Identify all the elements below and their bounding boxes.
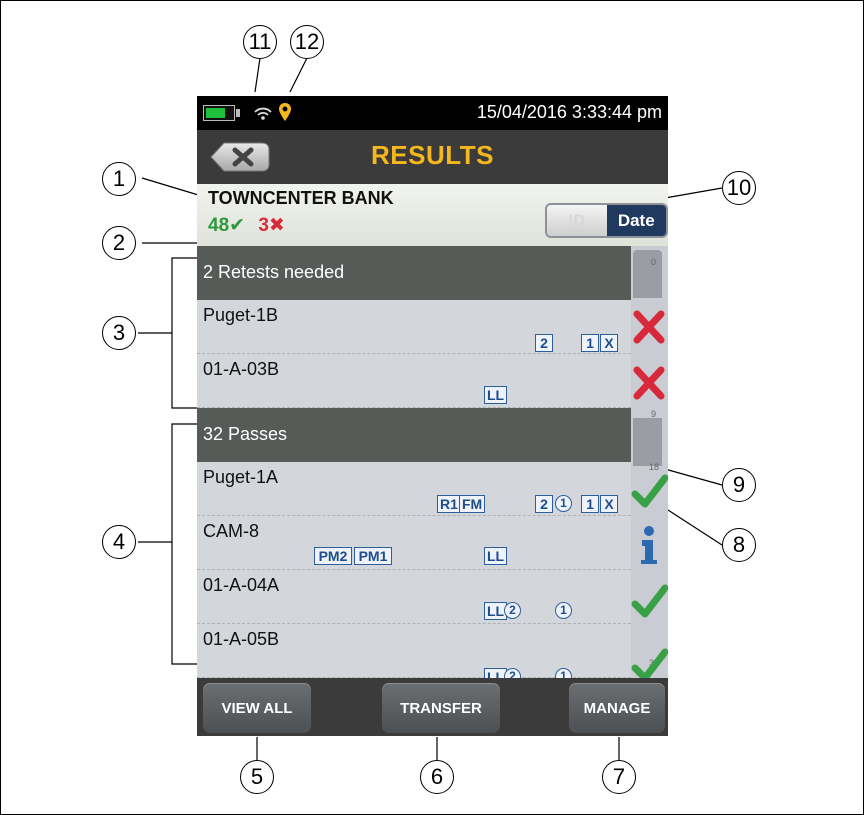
list-item[interactable]: 01-A-04A LL 2 1 — [197, 570, 631, 624]
project-header: TOWNCENTER BANK 48✔ 3✖ ID Date — [197, 184, 668, 246]
pass-count: 48 — [208, 215, 230, 236]
result-badge: LL — [484, 547, 508, 565]
result-badge: 2 — [535, 495, 553, 513]
callout-12: 12 — [290, 25, 324, 59]
sort-toggle[interactable]: ID Date — [545, 203, 668, 238]
result-badge: 1 — [581, 334, 599, 352]
result-badge: PM1 — [354, 547, 392, 565]
battery-icon — [203, 105, 235, 121]
callout-7: 7 — [602, 760, 636, 794]
sort-by-date[interactable]: Date — [606, 205, 666, 236]
result-badge: 1 — [581, 495, 599, 513]
list-item[interactable]: Puget-1B 2 1 X — [197, 300, 631, 354]
list-item[interactable]: Puget-1A R1 FM 2 1 1 X — [197, 462, 631, 516]
fail-count: 3 — [258, 215, 269, 236]
callout-10: 10 — [722, 171, 756, 205]
callout-6: 6 — [420, 760, 454, 794]
tester-screen: 15/04/2016 3:33:44 pm RESULTS TOWNCENTER… — [197, 96, 668, 736]
result-badge: 1 — [555, 602, 572, 619]
result-id: 01-A-05B — [203, 629, 280, 649]
group-header-retests[interactable]: 2 Retests needed — [197, 246, 631, 300]
battery-tip — [236, 109, 240, 117]
group-header-passes[interactable]: 32 Passes — [197, 408, 631, 462]
result-badge: PM2 — [314, 547, 352, 565]
page-title: RESULTS — [371, 140, 494, 170]
list-item[interactable]: CAM-8 PM2 PM1 LL — [197, 516, 631, 570]
project-name: TOWNCENTER BANK — [208, 188, 394, 208]
scrollbar-track[interactable] — [633, 250, 662, 298]
callout-9: 9 — [722, 468, 756, 502]
callout-8: 8 — [722, 528, 756, 562]
result-badge: 1 — [555, 495, 572, 512]
softkey-bar: VIEW ALL TRANSFER MANAGE — [197, 678, 668, 736]
status-bar: 15/04/2016 3:33:44 pm — [197, 96, 668, 130]
datetime-text: 15/04/2016 3:33:44 pm — [476, 102, 662, 122]
wifi-icon — [254, 107, 272, 120]
info-icon — [641, 526, 657, 564]
group-label: 2 Retests needed — [203, 262, 345, 282]
result-badge: R1 — [437, 495, 461, 513]
scroll-tick: 0 — [651, 257, 657, 267]
callout-1: 1 — [102, 162, 136, 196]
list-item[interactable]: 01-A-03B LL — [197, 354, 631, 408]
x-icon: ✖ — [268, 215, 285, 236]
result-id: Puget-1B — [203, 305, 279, 325]
sort-by-id[interactable]: ID — [547, 205, 607, 236]
result-badge: 2 — [504, 602, 521, 619]
check-icon: ✔ — [229, 215, 246, 236]
callout-3: 3 — [102, 316, 136, 350]
result-id: Puget-1A — [203, 467, 279, 487]
callout-4: 4 — [102, 525, 136, 559]
result-badge: 2 — [535, 334, 553, 352]
manage-button[interactable]: MANAGE — [569, 683, 665, 733]
callout-2: 2 — [102, 226, 136, 260]
pass-check-icon — [631, 474, 668, 508]
scrollbar-track[interactable] — [633, 418, 662, 466]
result-id: CAM-8 — [203, 521, 260, 541]
group-label: 32 Passes — [203, 424, 288, 444]
pass-check-icon — [631, 648, 668, 680]
transfer-button[interactable]: TRANSFER — [382, 683, 500, 733]
callout-11: 11 — [243, 25, 277, 59]
scroll-tick: 9 — [651, 409, 657, 419]
scroll-tick: 18 — [649, 462, 660, 472]
result-id: 01-A-04A — [203, 575, 280, 595]
results-list[interactable]: 2 Retests needed Puget-1B 2 1 X 01-A-03B… — [197, 246, 631, 686]
title-bar: RESULTS — [197, 130, 668, 184]
result-badge: LL — [484, 386, 508, 404]
result-badge: FM — [459, 495, 486, 513]
callout-5: 5 — [240, 760, 274, 794]
result-counts: 48✔ 3✖ — [208, 214, 285, 237]
view-all-button[interactable]: VIEW ALL — [203, 683, 311, 733]
result-badge: X — [600, 334, 618, 352]
fail-x-icon — [633, 310, 665, 344]
list-item[interactable]: 01-A-05B LL 2 1 — [197, 624, 631, 686]
location-pin-icon — [279, 103, 291, 121]
result-badge: X — [600, 495, 618, 513]
pass-check-icon — [631, 584, 668, 618]
fail-x-icon — [633, 366, 665, 400]
result-id: 01-A-03B — [203, 359, 280, 379]
